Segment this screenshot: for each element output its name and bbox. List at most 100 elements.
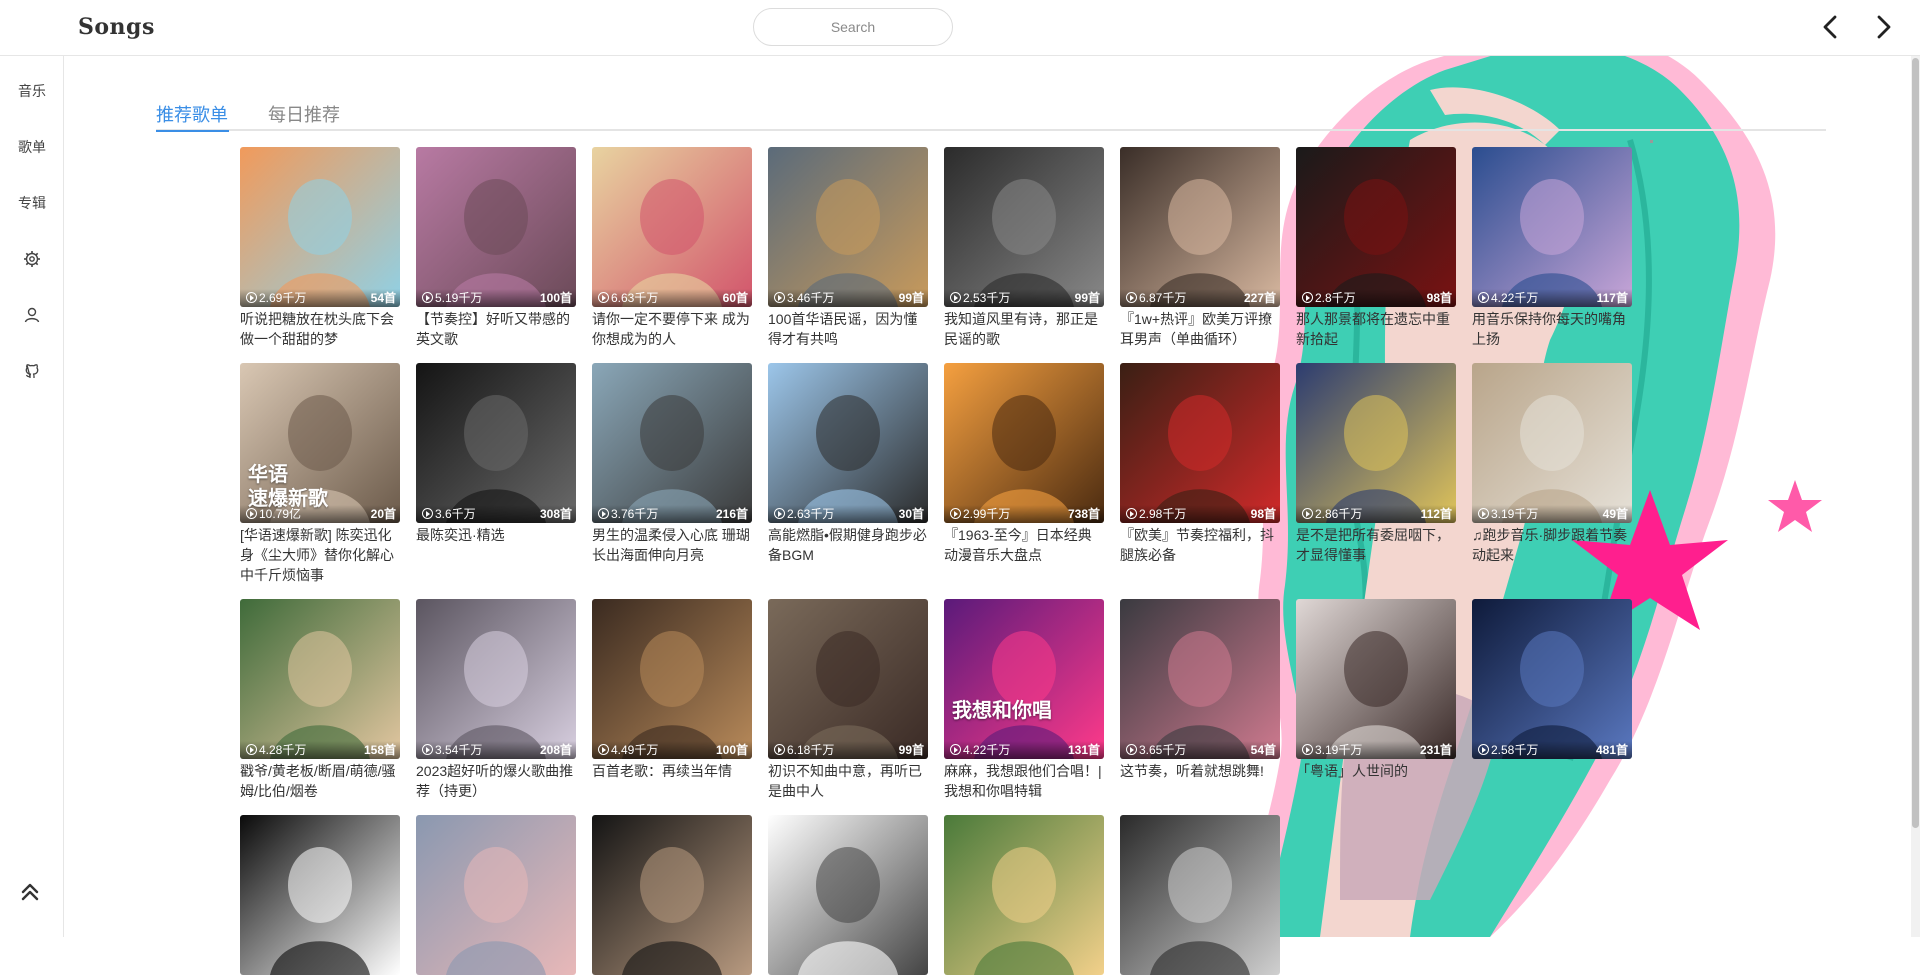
- playlist-card[interactable]: 4.49千万 100首 百首老歌：再续当年情: [592, 599, 752, 781]
- playlist-cover-image[interactable]: 2.63千万 30首: [768, 363, 928, 523]
- forward-arrow-button[interactable]: [1868, 12, 1898, 42]
- playlist-cover-image[interactable]: [416, 815, 576, 975]
- playlist-title[interactable]: 百首老歌：再续当年情: [592, 761, 752, 781]
- playlist-card[interactable]: 2.98千万 98首 『欧美』节奏控福利，抖腿族必备: [1120, 363, 1280, 565]
- playlist-card[interactable]: [1120, 815, 1280, 977]
- sidebar-item-albums[interactable]: 专辑: [0, 188, 64, 218]
- playlist-title[interactable]: 请你一定不要停下来 成为你想成为的人: [592, 309, 752, 349]
- playlist-cover-image[interactable]: 5.19千万 100首: [416, 147, 576, 307]
- sidebar-item-user[interactable]: [0, 300, 64, 330]
- playlist-title[interactable]: 用音乐保持你每天的嘴角上扬: [1472, 309, 1632, 349]
- playlist-title[interactable]: 『1w+热评』欧美万评撩耳男声（单曲循环）: [1120, 309, 1280, 349]
- playlist-cover-image[interactable]: 3.19千万 231首: [1296, 599, 1456, 759]
- playlist-title[interactable]: 是不是把所有委屈咽下，才显得懂事: [1296, 525, 1456, 565]
- playlist-cover-image[interactable]: 3.19千万 49首: [1472, 363, 1632, 523]
- playlist-card[interactable]: 3.19千万 231首 「粤语」人世间的: [1296, 599, 1456, 781]
- playlist-title[interactable]: 初识不知曲中意，再听已是曲中人: [768, 761, 928, 801]
- playlist-card[interactable]: 4.22千万 117首 用音乐保持你每天的嘴角上扬: [1472, 147, 1632, 349]
- playlist-title[interactable]: 【节奏控】好听又带感的英文歌: [416, 309, 576, 349]
- playlist-card[interactable]: 3.54千万 208首 2023超好听的爆火歌曲推荐（持更）: [416, 599, 576, 801]
- tab-recommended-playlists[interactable]: 推荐歌单: [156, 101, 228, 127]
- playlist-title[interactable]: 100首华语民谣，因为懂得才有共鸣: [768, 309, 928, 349]
- playlist-card[interactable]: 6.18千万 99首 初识不知曲中意，再听已是曲中人: [768, 599, 928, 801]
- playlist-cover-image[interactable]: [1120, 815, 1280, 975]
- playlist-card[interactable]: 2.99千万 738首 『1963-至今』日本经典动漫音乐大盘点: [944, 363, 1104, 565]
- playlist-card[interactable]: [944, 815, 1104, 977]
- scrollbar-thumb[interactable]: [1912, 58, 1919, 828]
- playlist-title[interactable]: 男生的温柔侵入心底 珊瑚长出海面伸向月亮: [592, 525, 752, 565]
- playlist-cover-image[interactable]: [944, 815, 1104, 975]
- playlist-cover-image[interactable]: 2.69千万 54首: [240, 147, 400, 307]
- playlist-title[interactable]: 这节奏，听着就想跳舞!: [1120, 761, 1280, 781]
- playlist-title[interactable]: 『欧美』节奏控福利，抖腿族必备: [1120, 525, 1280, 565]
- search-input[interactable]: [753, 8, 953, 46]
- playlist-card[interactable]: 华语 速爆新歌 10.79亿 20首 [华语速爆新歌] 陈奕迅化身《尘大师》替你化解心…: [240, 363, 400, 585]
- playlist-title[interactable]: 最陈奕迅·精选: [416, 525, 576, 545]
- playlist-cover-image[interactable]: 3.54千万 208首: [416, 599, 576, 759]
- sidebar-item-music[interactable]: 音乐: [0, 76, 64, 106]
- playlist-card[interactable]: 2.8千万 98首 那人那景都将在遗忘中重新拾起: [1296, 147, 1456, 349]
- playlist-card[interactable]: 2.69千万 54首 听说把糖放在枕头底下会做一个甜甜的梦: [240, 147, 400, 349]
- playlist-title[interactable]: 戳爷/黄老板/断眉/萌德/骚姆/比伯/烟卷: [240, 761, 400, 801]
- playlist-card[interactable]: 5.19千万 100首 【节奏控】好听又带感的英文歌: [416, 147, 576, 349]
- playlist-title[interactable]: 我知道风里有诗，那正是民谣的歌: [944, 309, 1104, 349]
- playlist-card[interactable]: 4.28千万 158首戳爷/黄老板/断眉/萌德/骚姆/比伯/烟卷: [240, 599, 400, 801]
- playlist-cover-image[interactable]: 2.86千万 112首: [1296, 363, 1456, 523]
- playlist-card[interactable]: 6.87千万 227首 『1w+热评』欧美万评撩耳男声（单曲循环）: [1120, 147, 1280, 349]
- playlist-cover-image[interactable]: 华语 速爆新歌 10.79亿 20首: [240, 363, 400, 523]
- playlist-card[interactable]: 6.63千万 60首 请你一定不要停下来 成为你想成为的人: [592, 147, 752, 349]
- playlist-cover-image[interactable]: 3.46千万 99首: [768, 147, 928, 307]
- playlist-card[interactable]: 2.58千万 481首: [1472, 599, 1632, 761]
- playlist-cover-image[interactable]: 3.76千万 216首: [592, 363, 752, 523]
- playlist-card[interactable]: 2.53千万 99首 我知道风里有诗，那正是民谣的歌: [944, 147, 1104, 349]
- playlist-title[interactable]: 那人那景都将在遗忘中重新拾起: [1296, 309, 1456, 349]
- playlist-title[interactable]: 「粤语」人世间的: [1296, 761, 1456, 781]
- playlist-card[interactable]: 3.46千万 99首 100首华语民谣，因为懂得才有共鸣: [768, 147, 928, 349]
- playlist-card[interactable]: [416, 815, 576, 977]
- playlist-title[interactable]: [华语速爆新歌] 陈奕迅化身《尘大师》替你化解心中千斤烦恼事: [240, 525, 400, 585]
- playlist-cover-image[interactable]: [592, 815, 752, 975]
- playlist-cover-image[interactable]: 4.22千万 117首: [1472, 147, 1632, 307]
- track-count: 158首: [363, 743, 396, 757]
- playlist-card[interactable]: 3.6千万 308首 最陈奕迅·精选: [416, 363, 576, 545]
- tab-daily-recommend[interactable]: 每日推荐: [268, 101, 340, 127]
- playlist-card[interactable]: 2.86千万 112首 是不是把所有委屈咽下，才显得懂事: [1296, 363, 1456, 565]
- sidebar-item-settings[interactable]: [0, 244, 64, 274]
- playlist-title[interactable]: ♫跑步音乐·脚步跟着节奏动起来: [1472, 525, 1632, 565]
- playlist-title[interactable]: 2023超好听的爆火歌曲推荐（持更）: [416, 761, 576, 801]
- playlist-cover-image[interactable]: 6.63千万 60首: [592, 147, 752, 307]
- playlist-card[interactable]: 3.19千万 49首 ♫跑步音乐·脚步跟着节奏动起来: [1472, 363, 1632, 565]
- playlist-cover-image[interactable]: 我想和你唱 4.22千万 131首: [944, 599, 1104, 759]
- back-to-top-button[interactable]: [18, 880, 42, 904]
- sidebar-item-playlists[interactable]: 歌单: [0, 132, 64, 162]
- playlist-title[interactable]: 麻麻，我想跟他们合唱！| 我想和你唱特辑: [944, 761, 1104, 801]
- playlist-card[interactable]: 3.76千万 216首 男生的温柔侵入心底 珊瑚长出海面伸向月亮: [592, 363, 752, 565]
- playlist-title[interactable]: 听说把糖放在枕头底下会做一个甜甜的梦: [240, 309, 400, 349]
- playlist-cover-image[interactable]: 2.98千万 98首: [1120, 363, 1280, 523]
- playlist-cover-image[interactable]: 3.6千万 308首: [416, 363, 576, 523]
- playlist-card[interactable]: 2.63千万 30首 高能燃脂•假期健身跑步必备BGM: [768, 363, 928, 565]
- playlist-cover-image[interactable]: [240, 815, 400, 975]
- playlist-cover-image[interactable]: 6.87千万 227首: [1120, 147, 1280, 307]
- playlist-cover-image[interactable]: 4.28千万 158首: [240, 599, 400, 759]
- playlist-cover-image[interactable]: 3.65千万 54首: [1120, 599, 1280, 759]
- playlist-cover-image[interactable]: 4.49千万 100首: [592, 599, 752, 759]
- playlist-card[interactable]: [240, 815, 400, 977]
- play-count-value: 4.28千万: [259, 743, 307, 757]
- back-arrow-button[interactable]: [1816, 12, 1846, 42]
- playlist-title[interactable]: 『1963-至今』日本经典动漫音乐大盘点: [944, 525, 1104, 565]
- playlist-cover-image[interactable]: 2.53千万 99首: [944, 147, 1104, 307]
- sidebar-item-github[interactable]: [0, 356, 64, 386]
- playlist-cover-image[interactable]: 2.99千万 738首: [944, 363, 1104, 523]
- playlist-cover-image[interactable]: 2.58千万 481首: [1472, 599, 1632, 759]
- playlist-cover-image[interactable]: 6.18千万 99首: [768, 599, 928, 759]
- playlist-card[interactable]: [768, 815, 928, 977]
- playlist-cover-image[interactable]: 2.8千万 98首: [1296, 147, 1456, 307]
- playlist-card[interactable]: 3.65千万 54首 这节奏，听着就想跳舞!: [1120, 599, 1280, 781]
- cover-stats-bar: 3.65千万 54首: [1120, 741, 1280, 759]
- top-header: Songs: [0, 0, 1920, 56]
- playlist-title[interactable]: 高能燃脂•假期健身跑步必备BGM: [768, 525, 928, 565]
- playlist-cover-image[interactable]: [768, 815, 928, 975]
- playlist-card[interactable]: [592, 815, 752, 977]
- playlist-card[interactable]: 我想和你唱 4.22千万 131首 麻麻，我想跟他们合唱！| 我想和你唱特辑: [944, 599, 1104, 801]
